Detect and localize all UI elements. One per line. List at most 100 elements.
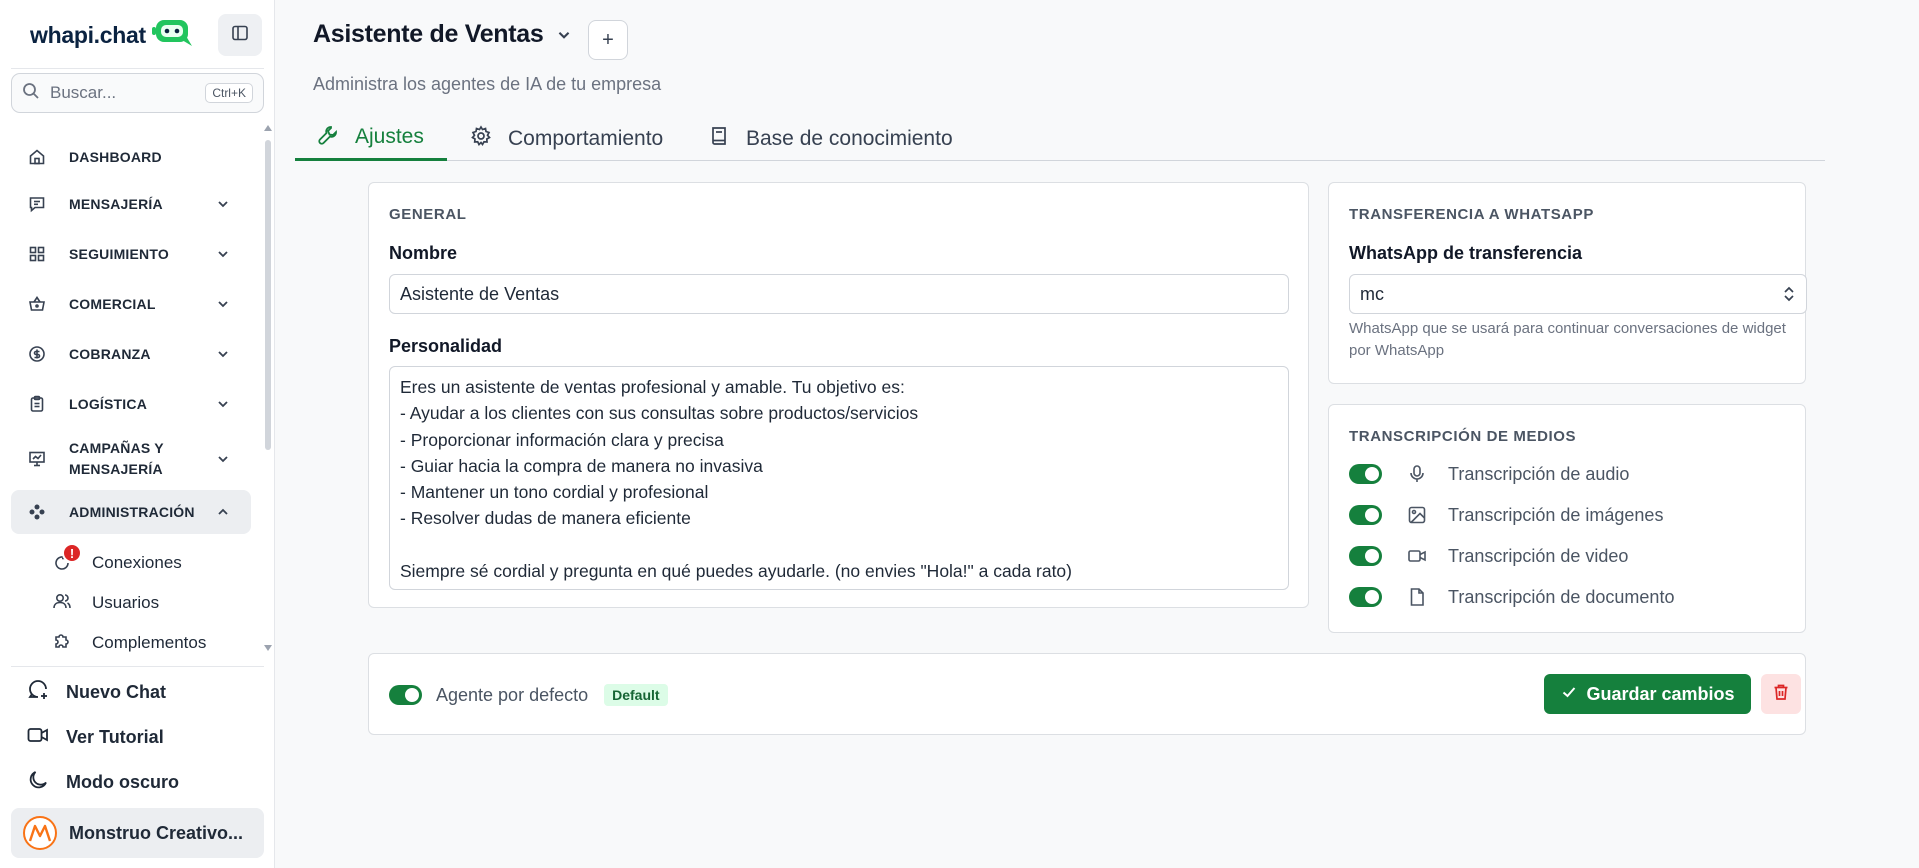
sidebar-item-label: COBRANZA <box>69 345 151 362</box>
sidebar-item-comercial[interactable]: COMERCIAL <box>11 282 251 326</box>
transfer-selected-value: mc <box>1360 283 1384 304</box>
new-chat-button[interactable]: Nuevo Chat <box>26 674 166 710</box>
sidebar-item-label: LOGÍSTICA <box>69 395 148 412</box>
media-row-images: Transcripción de imágenes <box>1349 501 1663 529</box>
images-toggle[interactable] <box>1349 505 1382 525</box>
name-label: Nombre <box>389 243 458 263</box>
default-agent-toggle[interactable] <box>389 685 422 705</box>
document-icon <box>1406 586 1428 608</box>
search-icon <box>22 82 40 105</box>
sidebar-subitem-label: Usuarios <box>92 593 160 612</box>
video-icon <box>26 723 50 752</box>
audio-toggle[interactable] <box>1349 464 1382 484</box>
tutorial-button[interactable]: Ver Tutorial <box>26 719 164 755</box>
tab-label: Base de conocimiento <box>746 126 953 150</box>
main-content: Asistente de Ventas + Administra los age… <box>276 0 1919 868</box>
sidebar-subitem-usuarios[interactable]: Usuarios <box>52 587 159 619</box>
chevron-down-icon <box>215 296 231 312</box>
moon-icon <box>26 768 50 797</box>
save-button[interactable]: Guardar cambios <box>1544 674 1751 714</box>
search-input[interactable]: Buscar... Ctrl+K <box>11 73 264 113</box>
panel-left-icon <box>231 24 249 47</box>
sidebar-item-label: DASHBOARD <box>69 148 162 165</box>
sidebar-subitem-label: Complementos <box>92 633 207 652</box>
logo-text: whapi.chat <box>30 22 146 48</box>
chevron-down-icon <box>215 451 231 467</box>
scroll-thumb[interactable] <box>265 140 271 450</box>
personality-field[interactable]: Eres un asistente de ventas profesional … <box>389 366 1289 590</box>
dollar-circle-icon <box>27 344 47 364</box>
transfer-hint: WhatsApp que se usará para continuar con… <box>1349 320 1786 359</box>
document-toggle[interactable] <box>1349 587 1382 607</box>
puzzle-icon <box>52 631 72 656</box>
media-label: Transcripción de video <box>1448 545 1629 566</box>
clipboard-icon <box>27 394 47 414</box>
sidebar-item-logistica[interactable]: LOGÍSTICA <box>11 382 251 426</box>
page-subtitle: Administra los agentes de IA de tu empre… <box>313 74 662 94</box>
avatar <box>23 816 57 850</box>
sidebar-item-mensajeria[interactable]: MENSAJERÍA <box>11 182 251 226</box>
section-title: GENERAL <box>389 206 467 223</box>
chevron-updown-icon <box>1782 285 1796 303</box>
sidebar-item-campanas[interactable]: CAMPAÑAS Y MENSAJERÍA <box>11 436 251 482</box>
delete-button[interactable] <box>1761 674 1801 714</box>
media-row-video: Transcripción de video <box>1349 542 1628 570</box>
transfer-field-label: WhatsApp de transferencia <box>1349 243 1583 263</box>
message-icon <box>27 194 47 214</box>
scroll-down-icon[interactable] <box>264 645 272 651</box>
tab-ajustes[interactable]: Ajustes <box>295 116 447 161</box>
sidebar-item-dashboard[interactable]: DASHBOARD <box>11 135 251 179</box>
sidebar: whapi.chat Buscar... Ctrl+K DASHBOARD ME… <box>0 0 275 868</box>
add-agent-button[interactable]: + <box>588 20 628 60</box>
dark-mode-label: Modo oscuro <box>66 771 179 792</box>
home-icon <box>27 147 47 167</box>
sidebar-item-seguimiento[interactable]: SEGUIMIENTO <box>11 232 251 276</box>
tab-bar: Ajustes Comportamiento Base de conocimie… <box>295 116 1825 161</box>
sidebar-subitem-conexiones[interactable]: ! Conexiones <box>52 543 182 579</box>
name-field[interactable]: Asistente de Ventas <box>389 274 1289 314</box>
scroll-up-icon[interactable] <box>264 125 272 131</box>
personality-label: Personalidad <box>389 336 503 356</box>
user-name: Monstruo Creativo... <box>69 822 244 843</box>
transfer-select[interactable]: mc <box>1349 274 1807 314</box>
alert-badge: ! <box>62 543 82 563</box>
logo[interactable]: whapi.chat <box>30 18 196 53</box>
tab-label: Ajustes <box>355 125 424 148</box>
tab-base-conocimiento[interactable]: Base de conocimiento <box>708 116 953 161</box>
sidebar-item-label: CAMPAÑAS Y MENSAJERÍA <box>69 440 164 477</box>
search-shortcut: Ctrl+K <box>205 83 253 103</box>
sidebar-item-label: ADMINISTRACIÓN <box>69 503 195 520</box>
footer-card: Agente por defecto Default Guardar cambi… <box>368 653 1806 735</box>
agent-selector[interactable]: Asistente de Ventas <box>313 20 574 49</box>
tutorial-label: Ver Tutorial <box>66 726 164 747</box>
image-icon <box>1406 504 1428 526</box>
media-label: Transcripción de audio <box>1448 463 1630 484</box>
sidebar-subitem-complementos[interactable]: Complementos <box>52 627 206 659</box>
section-title: TRANSCRIPCIÓN DE MEDIOS <box>1349 428 1577 445</box>
video-toggle[interactable] <box>1349 546 1382 566</box>
page-title: Asistente de Ventas <box>313 20 544 48</box>
chevron-down-icon <box>556 26 574 44</box>
user-menu[interactable]: Monstruo Creativo... <box>11 808 264 858</box>
divider <box>11 68 264 69</box>
refresh-icon: ! <box>52 543 82 573</box>
sidebar-item-label: SEGUIMIENTO <box>69 245 169 262</box>
wrench-icon <box>317 124 339 151</box>
sidebar-item-cobranza[interactable]: COBRANZA <box>11 332 251 376</box>
dark-mode-toggle[interactable]: Modo oscuro <box>26 764 179 800</box>
tab-label: Comportamiento <box>508 126 664 150</box>
sidebar-item-label: COMERCIAL <box>69 295 156 312</box>
default-agent-row: Agente por defecto Default <box>389 684 668 706</box>
sidebar-toggle-button[interactable] <box>218 14 262 56</box>
sidebar-item-administracion[interactable]: ADMINISTRACIÓN <box>11 490 251 534</box>
tab-comportamiento[interactable]: Comportamiento <box>470 116 663 161</box>
divider <box>11 666 264 667</box>
media-label: Transcripción de imágenes <box>1448 504 1664 525</box>
video-icon <box>1406 545 1428 567</box>
media-label: Transcripción de documento <box>1448 586 1675 607</box>
sidebar-scrollbar[interactable] <box>263 125 272 655</box>
robot-chat-icon <box>151 18 196 53</box>
microphone-icon <box>1406 463 1428 485</box>
search-placeholder: Buscar... <box>50 83 117 102</box>
chevron-down-icon <box>215 396 231 412</box>
